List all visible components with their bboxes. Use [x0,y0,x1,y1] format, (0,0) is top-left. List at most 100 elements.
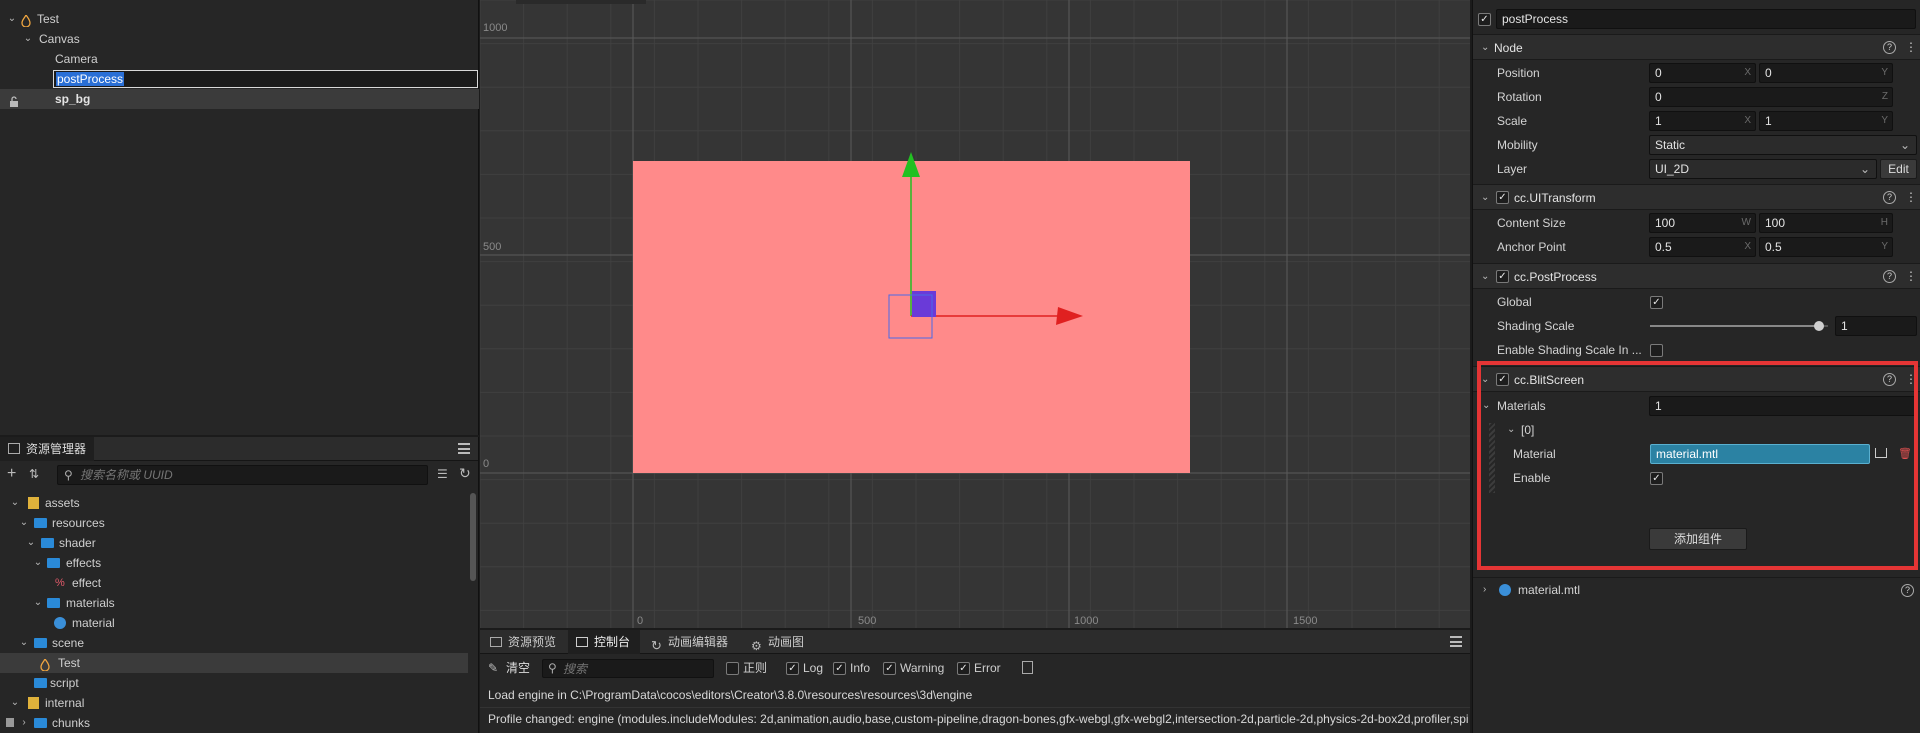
chevron-down-icon[interactable]: ⌄ [18,633,30,653]
enable-checkbox[interactable]: ✓ [1650,472,1663,485]
asset-item-scene[interactable]: ⌄ scene [0,633,468,653]
anchor-x-input[interactable]: 0.5 X [1649,237,1756,257]
array-index-row[interactable]: ⌄ [0] [1473,418,1920,442]
assets-scrollbar[interactable] [470,493,476,581]
asset-search-box[interactable]: ⚲ [57,465,428,485]
refresh-icon[interactable]: ↻ [459,465,471,482]
rename-input[interactable]: postProcess [53,70,478,88]
hierarchy-item-camera[interactable]: Camera [0,49,479,69]
layer-edit-button[interactable]: Edit [1880,159,1917,179]
asset-item-resources[interactable]: ⌄ resources [0,513,468,533]
shading-slider-knob[interactable] [1814,321,1825,331]
global-checkbox[interactable]: ✓ [1650,296,1663,309]
trash-icon[interactable]: 🗑 [1898,442,1912,466]
help-icon[interactable]: ? [1883,373,1896,386]
asset-item-materials[interactable]: ⌄ materials [0,593,468,613]
console-log-line[interactable]: Profile changed: engine (modules.include… [488,712,1468,730]
chevron-down-icon[interactable]: ⌄ [6,9,18,29]
layer-select[interactable]: UI_2D ⌄ [1649,159,1877,179]
assets-tab[interactable]: 资源管理器 [0,437,95,461]
component-enabled-checkbox[interactable]: ✓ [1496,373,1509,386]
chevron-down-icon[interactable]: ⌄ [1507,418,1515,442]
more-icon[interactable]: ⋮ [1905,41,1917,53]
scale-y-input[interactable]: 1Y [1759,111,1893,131]
log-checkbox[interactable]: ✓ [786,662,799,675]
hierarchy-item-postprocess[interactable]: postProcess [0,69,479,89]
tab-animation-editor[interactable]: ↻ 动画编辑器 [642,630,736,654]
lock-icon[interactable] [9,93,19,107]
tab-animation-graph[interactable]: ⚙ 动画图 [742,630,812,654]
asset-item-effects[interactable]: ⌄ effects [0,553,468,573]
node-name-input[interactable]: postProcess [1496,9,1916,29]
asset-item-effect[interactable]: % effect [0,573,468,593]
chevron-down-icon[interactable]: ⌄ [25,533,37,553]
help-icon[interactable]: ? [1883,191,1896,204]
asset-item-internal[interactable]: ⌄ internal [0,693,468,713]
asset-preview-row[interactable]: › material.mtl ? [1473,577,1920,601]
scale-x-input[interactable]: 1X [1649,111,1756,131]
asset-browse-icon[interactable] [1875,448,1887,458]
blitscreen-section-header[interactable]: ⌄ ✓ cc.BlitScreen ? ⋮ [1473,366,1920,392]
add-icon[interactable]: + [7,465,16,483]
component-enabled-checkbox[interactable]: ✓ [1496,270,1509,283]
chevron-down-icon[interactable]: ⌄ [9,693,21,713]
asset-item-shader[interactable]: ⌄ shader [0,533,468,553]
position-y-input[interactable]: 0Y [1759,63,1893,83]
asset-item-chunks[interactable]: › chunks [0,713,468,733]
chevron-down-icon[interactable]: ⌄ [32,553,44,573]
chevron-down-icon[interactable]: ⌄ [1482,394,1490,418]
component-enabled-checkbox[interactable]: ✓ [1496,191,1509,204]
scene-view[interactable]: 1000 500 0 0 500 1000 1500 [480,0,1470,628]
asset-item-assets[interactable]: ⌄ assets [0,493,468,513]
node-active-checkbox[interactable]: ✓ [1478,13,1491,26]
console-search-box[interactable]: ⚲ [542,659,714,678]
hierarchy-item-canvas[interactable]: ⌄ Canvas [0,29,479,49]
chevron-down-icon[interactable]: ⌄ [1481,185,1489,211]
help-icon[interactable]: ? [1883,41,1896,54]
materials-count-input[interactable]: 1 [1649,396,1917,416]
node-section-header[interactable]: ⌄ Node ? ⋮ [1473,34,1920,60]
asset-item-script[interactable]: script [0,673,468,693]
open-log-file-icon[interactable] [1022,661,1033,674]
chevron-down-icon[interactable]: ⌄ [9,493,21,513]
help-icon[interactable]: ? [1901,584,1914,597]
shading-slider-track[interactable] [1650,321,1828,331]
chevron-right-icon[interactable]: › [18,713,30,733]
chevron-down-icon[interactable]: ⌄ [1481,35,1489,61]
chevron-down-icon[interactable]: ⌄ [32,593,44,613]
asset-item-material[interactable]: material [0,613,468,633]
position-x-input[interactable]: 0X [1649,63,1756,83]
postprocess-section-header[interactable]: ⌄ ✓ cc.PostProcess ? ⋮ [1473,263,1920,289]
material-asset-field[interactable]: material.mtl [1650,444,1870,464]
info-checkbox[interactable]: ✓ [833,662,846,675]
mobility-select[interactable]: Static ⌄ [1649,135,1917,155]
height-input[interactable]: 100 H [1759,213,1893,233]
more-icon[interactable]: ⋮ [1905,373,1917,385]
more-icon[interactable]: ⋮ [1905,191,1917,203]
menu-icon[interactable] [458,443,470,454]
shading-scale-input[interactable]: 1 [1835,316,1917,336]
sort-icon[interactable]: ⇅ [29,467,39,481]
tab-asset-preview[interactable]: 资源预览 [480,630,564,654]
asset-search-input[interactable] [80,467,420,483]
console-search-input[interactable] [563,661,708,676]
more-icon[interactable]: ⋮ [1905,270,1917,282]
enable-shading-checkbox[interactable] [1650,344,1663,357]
width-input[interactable]: 100 W [1649,213,1756,233]
chevron-down-icon[interactable]: ⌄ [1481,367,1489,393]
transform-gizmo[interactable] [480,0,1470,628]
chevron-down-icon[interactable]: ⌄ [1481,264,1489,290]
list-toggle-icon[interactable]: ☰ [437,467,448,481]
help-icon[interactable]: ? [1883,270,1896,283]
hierarchy-item-test[interactable]: ⌄ Test [0,9,479,29]
regex-checkbox[interactable] [726,662,739,675]
anchor-y-input[interactable]: 0.5 Y [1759,237,1893,257]
clear-button[interactable]: ✎ 清空 [488,659,530,677]
error-checkbox[interactable]: ✓ [957,662,970,675]
add-component-button[interactable]: 添加组件 [1649,528,1747,550]
menu-icon[interactable] [1450,636,1462,647]
chevron-down-icon[interactable]: ⌄ [22,29,34,49]
hierarchy-item-sp-bg[interactable]: sp_bg [0,89,479,109]
warning-checkbox[interactable]: ✓ [883,662,896,675]
uitransform-section-header[interactable]: ⌄ ✓ cc.UITransform ? ⋮ [1473,184,1920,210]
